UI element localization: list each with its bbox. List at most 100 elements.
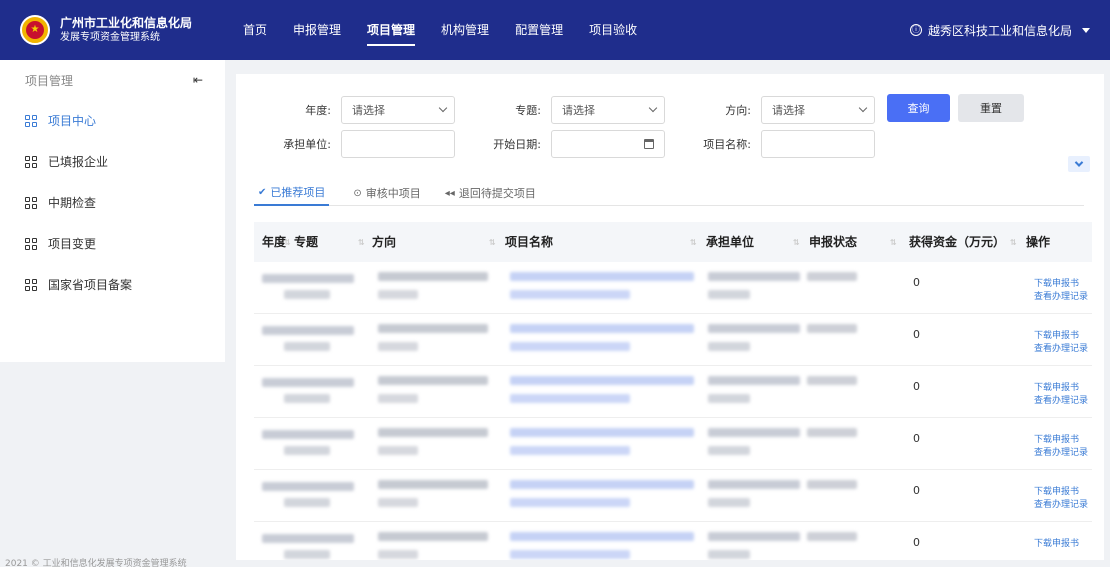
sidebar-item-filled-companies[interactable]: 已填报企业 (0, 141, 225, 182)
query-button[interactable]: 查询 (887, 94, 950, 122)
chevron-down-icon (438, 103, 448, 113)
col-sort-direction[interactable]: ⇅ (489, 222, 499, 262)
topic-select[interactable]: 请选择 (551, 96, 665, 124)
redacted-cell (510, 376, 694, 385)
redacted-cell (378, 290, 418, 299)
nav-acceptance[interactable]: 项目验收 (576, 0, 650, 60)
table-row: 0 下载申报书 查看办理记录 (254, 366, 1092, 418)
sidebar-item-label: 项目中心 (48, 114, 97, 128)
expand-filters-button[interactable] (1068, 156, 1090, 172)
redacted-cell (510, 498, 630, 507)
nav-application[interactable]: 申报管理 (280, 0, 354, 60)
main-content: 年度: 请选择 专题: 请选择 方向: 请选择 查询 重置 承担单位: 开始日期… (236, 74, 1104, 560)
grid-icon (25, 196, 37, 209)
sidebar-header: 项目管理 ⇤ (0, 60, 225, 100)
filter-start-date: 开始日期: (486, 130, 665, 158)
redacted-cell (510, 290, 630, 299)
redacted-cell (262, 482, 354, 491)
sidebar: 项目管理 ⇤ 项目中心 已填报企业 中期检查 项目变更 国家省项目备案 (0, 60, 225, 362)
sidebar-item-project-center[interactable]: 项目中心 (0, 100, 225, 141)
sidebar-title: 项目管理 (25, 73, 74, 88)
unit-label: 承担单位: (283, 138, 331, 151)
user-menu[interactable]: ⓘ 越秀区科技工业和信息化局 (909, 0, 1090, 60)
col-direction[interactable]: 方向 (372, 222, 396, 262)
tab-label: 审核中项目 (365, 187, 421, 200)
sidebar-item-project-change[interactable]: 项目变更 (0, 223, 225, 264)
redacted-cell (708, 446, 750, 455)
view-records-link[interactable]: 查看办理记录 (1034, 497, 1088, 510)
user-icon: ⓘ (909, 24, 922, 36)
tab-returned[interactable]: ◂◂ 退回待提交项目 (445, 180, 536, 206)
col-project-name[interactable]: 项目名称 (505, 222, 553, 262)
redacted-cell (510, 532, 694, 541)
redacted-cell (807, 428, 857, 437)
clock-icon: ⊙ (353, 187, 362, 199)
download-application-link[interactable]: 下载申报书 (1034, 328, 1079, 341)
sort-icon: ⇅ (793, 237, 800, 247)
redacted-cell (378, 342, 418, 351)
redacted-cell (708, 324, 800, 333)
filter-direction: 方向: 请选择 (696, 96, 875, 124)
col-topic[interactable]: 专题 (294, 222, 318, 262)
col-sort-funding[interactable]: ⇅ (1010, 222, 1020, 262)
col-sort-status[interactable]: ⇅ (890, 222, 900, 262)
redacted-cell (378, 324, 488, 333)
sort-icon: ⇅ (284, 237, 291, 247)
sidebar-item-midterm-check[interactable]: 中期检查 (0, 182, 225, 223)
nav-institution[interactable]: 机构管理 (428, 0, 502, 60)
year-select[interactable]: 请选择 (341, 96, 455, 124)
nav-config[interactable]: 配置管理 (502, 0, 576, 60)
tab-under-review[interactable]: ⊙ 审核中项目 (353, 180, 420, 206)
filter-topic: 专题: 请选择 (486, 96, 665, 124)
sort-icon: ⇅ (1010, 237, 1017, 247)
col-sort-topic[interactable]: ⇅ (358, 222, 368, 262)
download-application-link[interactable]: 下载申报书 (1034, 432, 1079, 445)
direction-select[interactable]: 请选择 (761, 96, 875, 124)
view-records-link[interactable]: 查看办理记录 (1034, 341, 1088, 354)
unit-input[interactable] (341, 130, 455, 158)
emblem-logo: ★ (20, 15, 50, 45)
reset-button[interactable]: 重置 (958, 94, 1024, 122)
redacted-cell (378, 394, 418, 403)
view-records-link[interactable]: 查看办理记录 (1034, 445, 1088, 458)
col-sort-unit[interactable]: ⇅ (793, 222, 803, 262)
tab-recommended[interactable]: ✔ 已推荐项目 (254, 180, 330, 206)
project-name-input[interactable] (761, 130, 875, 158)
funding-amount: 0 (913, 328, 920, 341)
col-year[interactable]: 年度 (262, 222, 286, 262)
redacted-cell (378, 532, 488, 541)
redacted-cell (708, 498, 750, 507)
download-application-link[interactable]: 下载申报书 (1034, 536, 1079, 549)
col-sort-name[interactable]: ⇅ (690, 222, 700, 262)
sidebar-item-label: 项目变更 (48, 237, 97, 251)
redacted-cell (378, 446, 418, 455)
download-application-link[interactable]: 下载申报书 (1034, 276, 1079, 289)
tab-label: 退回待提交项目 (458, 187, 536, 200)
main-nav: 首页 申报管理 项目管理 机构管理 配置管理 项目验收 (230, 0, 650, 60)
start-date-input[interactable] (551, 130, 665, 158)
nav-home[interactable]: 首页 (230, 0, 280, 60)
download-application-link[interactable]: 下载申报书 (1034, 484, 1079, 497)
sort-icon: ⇅ (890, 237, 897, 247)
topic-select-value: 请选择 (562, 104, 595, 117)
download-application-link[interactable]: 下载申报书 (1034, 380, 1079, 393)
grid-icon (25, 114, 37, 127)
col-sort-year[interactable]: ⇅ (284, 222, 294, 262)
sidebar-item-national-filing[interactable]: 国家省项目备案 (0, 264, 225, 305)
redacted-cell (262, 326, 354, 335)
brand: 广州市工业化和信息化局 发展专项资金管理系统 (60, 16, 210, 44)
col-unit[interactable]: 承担单位 (706, 222, 754, 262)
view-records-link[interactable]: 查看办理记录 (1034, 289, 1088, 302)
sort-icon: ⇅ (690, 237, 697, 247)
redacted-cell (378, 550, 418, 559)
year-label: 年度: (305, 104, 331, 117)
nav-project-management[interactable]: 项目管理 (354, 0, 428, 60)
table-row: 0 下载申报书 查看办理记录 (254, 262, 1092, 314)
col-funding[interactable]: 获得资金（万元） (909, 222, 1005, 262)
redacted-cell (708, 342, 750, 351)
redacted-cell (284, 498, 330, 507)
collapse-menu-icon[interactable]: ⇤ (193, 73, 203, 87)
view-records-link[interactable]: 查看办理记录 (1034, 393, 1088, 406)
col-status[interactable]: 申报状态 (809, 222, 857, 262)
app-title: 广州市工业化和信息化局 (60, 16, 193, 30)
